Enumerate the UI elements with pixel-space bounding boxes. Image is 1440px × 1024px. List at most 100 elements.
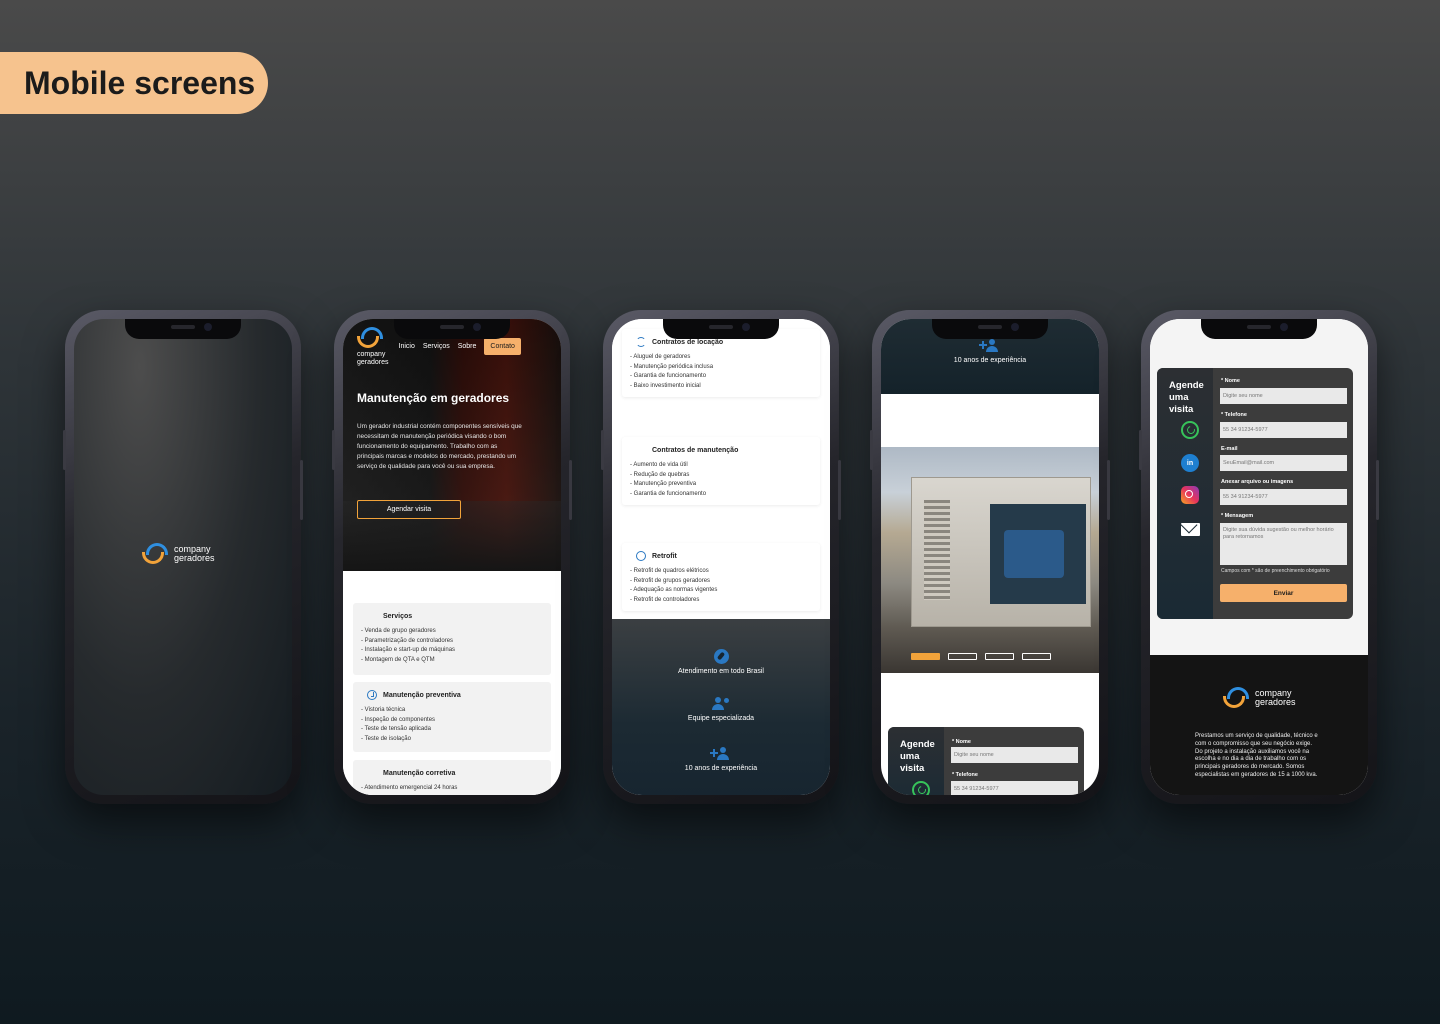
brand-line2: geradores xyxy=(357,359,389,366)
required-note: Campos com * são de preenchimento obriga… xyxy=(1221,568,1330,574)
nav-sobre[interactable]: Sobre xyxy=(458,343,477,350)
phone-home: company geradores Inicio Serviços Sobre C… xyxy=(332,310,572,804)
feature-label: Equipe especializada xyxy=(687,715,755,722)
logo-mark-icon xyxy=(1223,687,1251,709)
brand-line2: geradores xyxy=(174,553,215,563)
whatsapp-icon[interactable] xyxy=(1181,421,1199,439)
list-item: Venda de grupo geradores xyxy=(361,627,543,637)
gauge-icon xyxy=(636,551,646,561)
nav-servicos[interactable]: Serviços xyxy=(423,343,450,350)
feature-anos: 10 anos de experiência xyxy=(881,339,1099,364)
generator-image xyxy=(911,477,1091,627)
list-item: Garantia de funcionamento xyxy=(630,490,812,500)
carousel-dot[interactable] xyxy=(1022,653,1051,660)
list-item: Inspeção de componentes xyxy=(361,716,543,726)
footer-text: Prestamos um serviço de qualidade, técni… xyxy=(1195,733,1318,778)
email-label: E-mail xyxy=(1221,446,1238,452)
notch xyxy=(663,319,779,339)
card-title: Manutenção preventiva xyxy=(383,691,461,699)
contact-screen: Agende uma visita in * Nome Digite seu nom… xyxy=(1150,319,1368,795)
compass-icon xyxy=(713,649,729,664)
list-item: Teste de tensão aplicada xyxy=(361,725,543,735)
add-user-icon xyxy=(979,339,1001,353)
section-badge: Mobile screens xyxy=(0,52,268,114)
list-item: Instalação e start-up de máquinas xyxy=(361,646,543,656)
enviar-button[interactable]: Enviar xyxy=(1220,584,1347,602)
team-icon xyxy=(711,697,731,711)
feature-anos: 10 anos de experiência xyxy=(612,747,830,772)
list-item: Redução de quebras xyxy=(630,471,812,481)
nome-input[interactable]: Digite seu nome xyxy=(1220,388,1347,404)
schedule-visit-button[interactable]: Agendar visita xyxy=(357,500,461,519)
feature-equipe: Equipe especializada xyxy=(612,697,830,722)
nav-inicio[interactable]: Inicio xyxy=(399,343,415,350)
phone-splash: company geradores xyxy=(63,310,303,804)
services-screen: Contratos de locação Aluguel de geradore… xyxy=(612,319,830,795)
notch xyxy=(932,319,1048,339)
list-item: Retrofit de quadros elétricos xyxy=(630,567,812,577)
list-item: Parametrização de controladores xyxy=(361,637,543,647)
brand-logo: company geradores xyxy=(142,543,215,565)
whatsapp-icon[interactable] xyxy=(912,781,930,795)
nav-logo[interactable]: company geradores xyxy=(357,327,389,367)
list-item: Adequação as normas vigentes xyxy=(630,586,812,596)
hero-title: Manutenção em geradores xyxy=(357,391,510,405)
list-item: Vistoria técnica xyxy=(361,706,543,716)
nome-input[interactable]: Digite seu nome xyxy=(951,747,1078,763)
refresh-icon xyxy=(636,337,646,347)
brand-line2: geradores xyxy=(1255,697,1296,707)
services-section: Serviços Venda de grupo geradores Parame… xyxy=(343,571,561,795)
notch xyxy=(394,319,510,339)
visit-form: Agende uma visita in * Nome Digite seu nom… xyxy=(1157,368,1353,619)
phone-contact: Agende uma visita in * Nome Digite seu nom… xyxy=(1139,310,1379,804)
add-user-icon xyxy=(710,747,732,761)
card-title: Contratos de locação xyxy=(652,338,724,346)
list-item: Baixo investimento inicial xyxy=(630,382,812,392)
list-item: Retrofit de controladores xyxy=(630,596,812,606)
card-title: Contratos de manutenção xyxy=(652,446,739,454)
card-title: Retrofit xyxy=(652,552,677,560)
anexo-input[interactable]: 55 34 91234-5977 xyxy=(1220,489,1347,505)
card-title: Manutenção corretiva xyxy=(383,769,456,777)
carousel-dot[interactable] xyxy=(948,653,977,660)
linkedin-icon[interactable]: in xyxy=(1181,454,1199,472)
service-card: Serviços Venda de grupo geradores Parame… xyxy=(353,603,551,675)
feature-label: 10 anos de experiência xyxy=(953,357,1027,364)
feature-brasil: Atendimento em todo Brasil xyxy=(612,649,830,675)
visit-form: Agende uma visita * Nome Digite seu nome *… xyxy=(888,727,1084,795)
nav-contato-button[interactable]: Contato xyxy=(484,338,521,355)
email-input[interactable]: SeuEmail@mail.com xyxy=(1220,455,1347,471)
home-screen: company geradores Inicio Serviços Sobre C… xyxy=(343,319,561,795)
carousel-dot[interactable] xyxy=(911,653,940,660)
service-card: Contratos de manutenção Aumento de vida … xyxy=(622,437,820,505)
card-title: Serviços xyxy=(383,612,413,620)
clock-icon xyxy=(367,690,377,700)
form-title: Agende xyxy=(900,739,935,750)
list-item: Retrofit de grupos geradores xyxy=(630,577,812,587)
brand-logo: company geradores xyxy=(1223,687,1296,709)
form-title: uma xyxy=(900,751,920,762)
feature-label: Atendimento em todo Brasil xyxy=(678,668,764,675)
feature-label: 10 anos de experiência xyxy=(684,765,758,772)
badge-text: Mobile screens xyxy=(24,64,256,101)
brand-line1: company xyxy=(357,351,386,358)
carousel-dot[interactable] xyxy=(985,653,1014,660)
telefone-input[interactable]: 55 34 91234-5977 xyxy=(951,781,1078,795)
phone-gallery: 10 anos de experiência Agende uma visita *… xyxy=(870,310,1110,804)
service-card: Manutenção corretiva Atendimento emergen… xyxy=(353,760,551,795)
mensagem-textarea[interactable]: Digite sua dúvida sugestão ou melhor hor… xyxy=(1220,523,1347,565)
service-card: Retrofit Retrofit de quadros elétricos R… xyxy=(622,543,820,611)
instagram-icon[interactable] xyxy=(1181,486,1199,504)
mail-icon[interactable] xyxy=(1181,523,1200,536)
service-card: Manutenção preventiva Vistoria técnica I… xyxy=(353,682,551,752)
list-item: Teste de isolação xyxy=(361,735,543,745)
list-item: Aluguel de geradores xyxy=(630,353,812,363)
list-item: Atendimento emergencial 24 horas xyxy=(361,784,543,794)
splash-screen: company geradores xyxy=(74,319,292,795)
telefone-label: * Telefone xyxy=(1221,412,1247,418)
form-title: visita xyxy=(900,763,925,774)
hero-text: Um gerador industrial contém componentes… xyxy=(357,423,522,470)
list-item: Manutenção preventiva xyxy=(630,480,812,490)
telefone-input[interactable]: 55 34 91234-5977 xyxy=(1220,422,1347,438)
anexo-label: Anexar arquivo ou imagens xyxy=(1221,479,1294,485)
